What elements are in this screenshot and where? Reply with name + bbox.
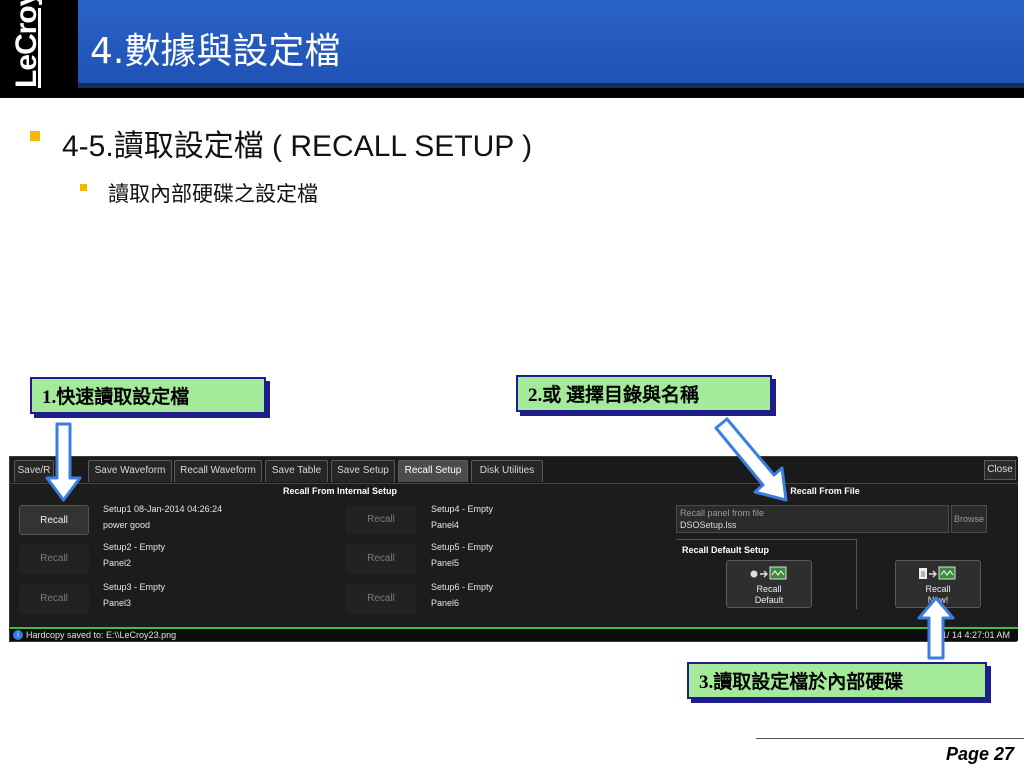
recall-setup-panel: Recall From Internal Setup Recall From F… [10, 483, 1018, 627]
recall-setup3-button[interactable]: Recall [19, 584, 89, 614]
setup6-slot: Setup6 - Empty Panel6 [431, 579, 493, 611]
lecroy-logo: LeCroy [0, 0, 76, 98]
recall-default-line1: Recall [756, 584, 782, 594]
bullet-marker [30, 131, 40, 141]
setup4-slot: Setup4 - Empty Panel4 [431, 501, 493, 533]
callout-recall-internal: 3.讀取設定檔於內部硬碟 [687, 662, 987, 699]
status-message: Hardcopy saved to: E:\\LeCroy23.png [26, 630, 177, 640]
setup2-slot: Setup2 - Empty Panel2 [103, 539, 165, 571]
page-number: Page 27 [945, 744, 1014, 764]
setup5-name: Setup5 - Empty [431, 542, 494, 552]
tab-recall-setup[interactable]: Recall Setup [398, 460, 468, 482]
file-setup-title: Recall From File [790, 486, 860, 496]
browse-button[interactable]: Browse [951, 505, 987, 533]
internal-setup-title: Recall From Internal Setup [282, 486, 398, 496]
tab-bar: Save/R Save Waveform Recall Waveform Sav… [10, 457, 1018, 483]
tab-disk-utilities[interactable]: Disk Utilities [471, 460, 543, 482]
setup3-panel: Panel3 [103, 598, 132, 608]
sub-bullet-marker [80, 184, 87, 191]
setup4-name: Setup4 - Empty [431, 504, 494, 514]
recall-default-line2: Default [754, 595, 784, 605]
tab-save-table[interactable]: Save Table [265, 460, 328, 482]
callout-quick-recall: 1.快速讀取設定檔 [30, 377, 266, 414]
tab-save-recall[interactable]: Save/R [14, 460, 54, 482]
info-icon: i [13, 630, 23, 640]
setup3-slot: Setup3 - Empty Panel3 [103, 579, 165, 611]
setup5-slot: Setup5 - Empty Panel5 [431, 539, 493, 571]
recall-file-placeholder: Recall panel from file [680, 508, 765, 518]
bullet-level2: 讀取內部硬碟之設定檔 [108, 182, 318, 206]
setup4-panel: Panel4 [431, 520, 460, 530]
file-to-scope-icon [919, 566, 956, 580]
close-button[interactable]: Close [984, 460, 1016, 480]
bullet-level1: 4-5.讀取設定檔 ( RECALL SETUP ) [62, 130, 533, 163]
status-time: 1/ 14 4:27:01 AM [941, 630, 1010, 640]
recall-now-line1: Recall [925, 584, 951, 594]
footer-line [756, 738, 1024, 739]
setup6-panel: Panel6 [431, 598, 460, 608]
recall-setup6-button[interactable]: Recall [346, 584, 416, 614]
logo-text: LeCroy [10, 0, 43, 88]
page-title: 4.數據與設定檔 [90, 31, 341, 72]
setup2-name: Setup2 - Empty [103, 542, 166, 552]
setup2-panel: Panel2 [103, 558, 132, 568]
tab-save-waveform[interactable]: Save Waveform [88, 460, 172, 482]
default-setup-icon [750, 566, 787, 580]
recall-setup1-button[interactable]: Recall [19, 505, 89, 535]
recall-now-line2: Now! [927, 595, 949, 605]
tab-save-setup[interactable]: Save Setup [331, 460, 395, 482]
setup5-panel: Panel5 [431, 558, 460, 568]
setup3-name: Setup3 - Empty [103, 582, 166, 592]
recall-now-button[interactable]: Recall Now! [895, 560, 981, 608]
recall-setup2-button[interactable]: Recall [19, 544, 89, 574]
callout-select-file: 2.或 選擇目錄與名稱 [516, 375, 772, 412]
recall-default-button[interactable]: Recall Default [726, 560, 812, 608]
setup1-slot: Setup1 08-Jan-2014 04:26:24 power good [103, 501, 222, 533]
setup1-panel: power good [103, 520, 151, 530]
setup6-name: Setup6 - Empty [431, 582, 494, 592]
recall-setup4-button[interactable]: Recall [346, 505, 416, 535]
setup1-name: Setup1 08-Jan-2014 04:26:24 [103, 504, 223, 514]
recall-file-field[interactable]: Recall panel from file DSOSetup.lss [676, 505, 949, 533]
tab-recall-waveform[interactable]: Recall Waveform [174, 460, 262, 482]
recall-setup5-button[interactable]: Recall [346, 544, 416, 574]
scope-dialog: Save/R Save Waveform Recall Waveform Sav… [9, 456, 1018, 642]
status-bar: i Hardcopy saved to: E:\\LeCroy23.png 1/… [10, 627, 1018, 641]
recall-file-value: DSOSetup.lss [680, 520, 737, 530]
default-setup-title: Recall Default Setup [682, 545, 770, 555]
